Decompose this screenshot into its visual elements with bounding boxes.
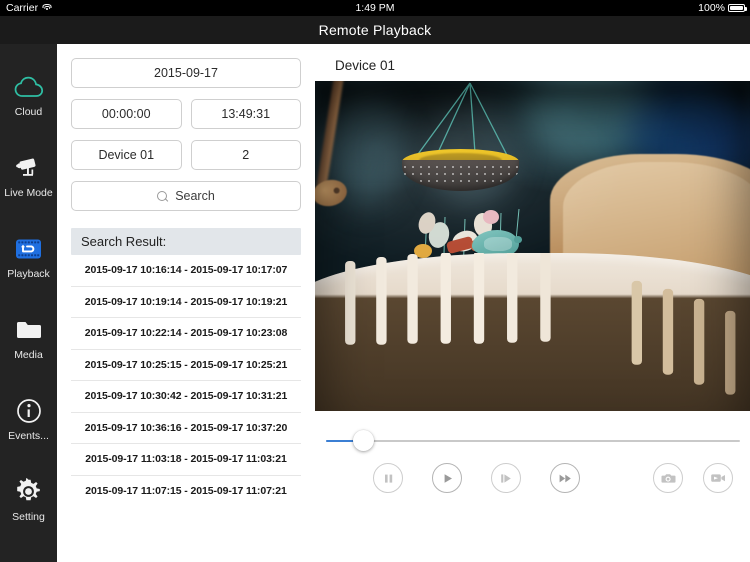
sidebar-item-label: Live Mode — [4, 186, 53, 199]
time-field-row: 00:00:00 13:49:31 — [57, 99, 315, 129]
search-button-row: Search — [57, 181, 315, 211]
playback-rewind-icon — [13, 234, 45, 264]
pause-button[interactable] — [373, 463, 403, 493]
sidebar-item-cloud[interactable]: Cloud — [0, 54, 57, 135]
camera-icon — [661, 473, 675, 483]
status-bar-time: 1:49 PM — [355, 2, 395, 14]
gear-icon — [13, 477, 45, 507]
search-result-header: Search Result: — [71, 228, 301, 255]
sidebar-item-playback[interactable]: Playback — [0, 216, 57, 297]
sidebar-item-label: Cloud — [14, 105, 43, 118]
result-row[interactable]: 2015-09-17 10:16:14 - 2015-09-17 10:17:0… — [71, 255, 301, 287]
device-field-row: Device 01 2 — [57, 140, 315, 170]
search-panel: 2015-09-17 00:00:00 13:49:31 Device 01 2… — [57, 44, 315, 562]
search-result-list: 2015-09-17 10:16:14 - 2015-09-17 10:17:0… — [71, 255, 301, 507]
video-preview[interactable] — [315, 81, 750, 448]
channel-field[interactable]: 2 — [190, 140, 301, 170]
control-button-row — [315, 463, 750, 503]
battery-percent-label: 100% — [698, 2, 725, 14]
folder-icon — [13, 315, 45, 345]
search-icon — [157, 190, 168, 202]
device-label: Device 01 — [335, 58, 396, 73]
pause-icon — [384, 474, 392, 483]
date-field-row: 2015-09-17 — [57, 44, 315, 88]
info-circle-icon — [13, 396, 45, 426]
player-panel: Device 01 — [315, 44, 750, 562]
device-field[interactable]: Device 01 — [71, 140, 182, 170]
play-icon — [444, 473, 452, 483]
status-bar-right: 100% — [698, 2, 747, 14]
step-forward-button[interactable] — [491, 463, 521, 493]
sidebar-item-media[interactable]: Media — [0, 297, 57, 378]
sidebar-item-label: Media — [14, 348, 43, 361]
slider-thumb[interactable] — [353, 430, 375, 451]
step-forward-icon — [501, 473, 511, 483]
date-field[interactable]: 2015-09-17 — [71, 58, 301, 88]
play-button[interactable] — [432, 463, 462, 493]
result-row[interactable]: 2015-09-17 10:22:14 - 2015-09-17 10:23:0… — [71, 318, 301, 350]
navigation-bar: Remote Playback — [0, 16, 750, 44]
video-camera-icon — [13, 153, 45, 183]
sidebar-item-live-mode[interactable]: Live Mode — [0, 135, 57, 216]
record-button[interactable] — [703, 463, 733, 493]
video-record-icon — [711, 474, 725, 482]
result-row[interactable]: 2015-09-17 10:25:15 - 2015-09-17 10:25:2… — [71, 350, 301, 381]
sidebar: Cloud Live Mode Playback Media Events...… — [0, 44, 57, 562]
cloud-icon — [13, 72, 45, 102]
result-row[interactable]: 2015-09-17 11:03:18 - 2015-09-17 11:03:2… — [71, 444, 301, 476]
video-frame — [315, 81, 750, 448]
sidebar-item-label: Playback — [7, 267, 50, 280]
status-bar: Carrier 1:49 PM 100% — [0, 0, 750, 16]
fast-forward-button[interactable] — [550, 463, 580, 493]
sidebar-item-events[interactable]: Events... — [0, 378, 57, 459]
search-button[interactable]: Search — [71, 181, 301, 211]
page-title: Remote Playback — [318, 22, 432, 38]
start-time-field[interactable]: 00:00:00 — [71, 99, 182, 129]
playback-slider[interactable] — [326, 430, 740, 451]
result-row[interactable]: 2015-09-17 10:36:16 - 2015-09-17 10:37:2… — [71, 413, 301, 444]
snapshot-button[interactable] — [653, 463, 683, 493]
end-time-field[interactable]: 13:49:31 — [190, 99, 301, 129]
result-row[interactable]: 2015-09-17 10:19:14 - 2015-09-17 10:19:2… — [71, 287, 301, 318]
sidebar-item-label: Events... — [8, 429, 49, 442]
result-row[interactable]: 2015-09-17 10:30:42 - 2015-09-17 10:31:2… — [71, 381, 301, 413]
fast-forward-icon — [559, 474, 571, 482]
app-root: Carrier 1:49 PM 100% Remote Playback Clo… — [0, 0, 750, 562]
slider-track — [326, 440, 740, 443]
transport-controls — [315, 411, 750, 562]
search-button-label: Search — [175, 189, 215, 203]
sidebar-item-label: Setting — [12, 510, 45, 523]
battery-full-icon — [728, 4, 747, 12]
sidebar-item-setting[interactable]: Setting — [0, 459, 57, 540]
result-row[interactable]: 2015-09-17 11:07:15 - 2015-09-17 11:07:2… — [71, 476, 301, 508]
